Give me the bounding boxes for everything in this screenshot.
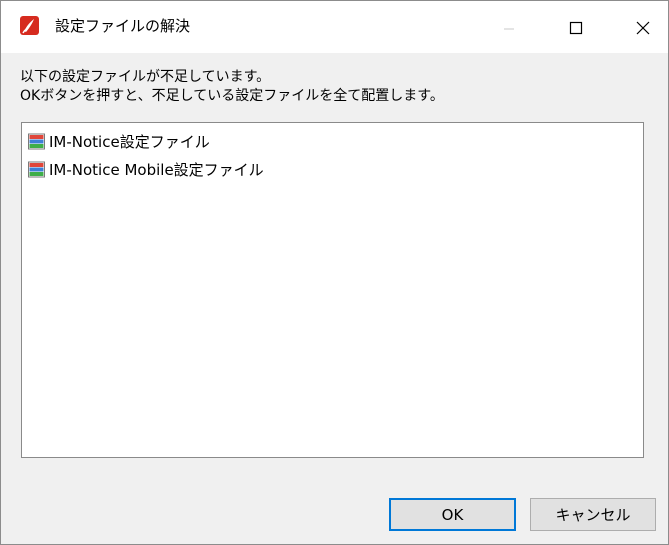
dialog-message: 以下の設定ファイルが不足しています。 OKボタンを押すと、不足している設定ファイ… <box>20 68 444 106</box>
list-item[interactable]: IM-Notice Mobile設定ファイル <box>28 158 264 180</box>
title-bar[interactable]: 設定ファイルの解決 <box>1 1 668 53</box>
window-title: 設定ファイルの解決 <box>55 17 191 35</box>
message-line-2: OKボタンを押すと、不足している設定ファイルを全て配置します。 <box>20 88 444 104</box>
list-item-label: IM-Notice設定ファイル <box>49 132 210 151</box>
list-item[interactable]: IM-Notice設定ファイル <box>28 130 210 152</box>
settings-file-icon <box>28 133 45 149</box>
app-icon <box>20 16 39 35</box>
cancel-button[interactable]: キャンセル <box>530 498 656 531</box>
settings-file-icon <box>28 161 45 177</box>
list-item-label: IM-Notice Mobile設定ファイル <box>49 160 264 179</box>
dialog-window: 設定ファイルの解決 以下の設定ファイルが不足しています。 OKボタンを押すと、不… <box>0 0 669 545</box>
minimize-button[interactable] <box>486 1 532 53</box>
maximize-button[interactable] <box>553 1 599 53</box>
ok-button[interactable]: OK <box>389 498 516 531</box>
maximize-icon <box>569 21 583 35</box>
message-line-1: 以下の設定ファイルが不足しています。 <box>20 69 271 85</box>
close-button[interactable] <box>620 1 666 53</box>
missing-files-list[interactable]: IM-Notice設定ファイル IM-Notice Mobile設定ファイル <box>21 122 644 458</box>
minimize-icon <box>504 28 514 30</box>
close-icon <box>636 21 650 35</box>
